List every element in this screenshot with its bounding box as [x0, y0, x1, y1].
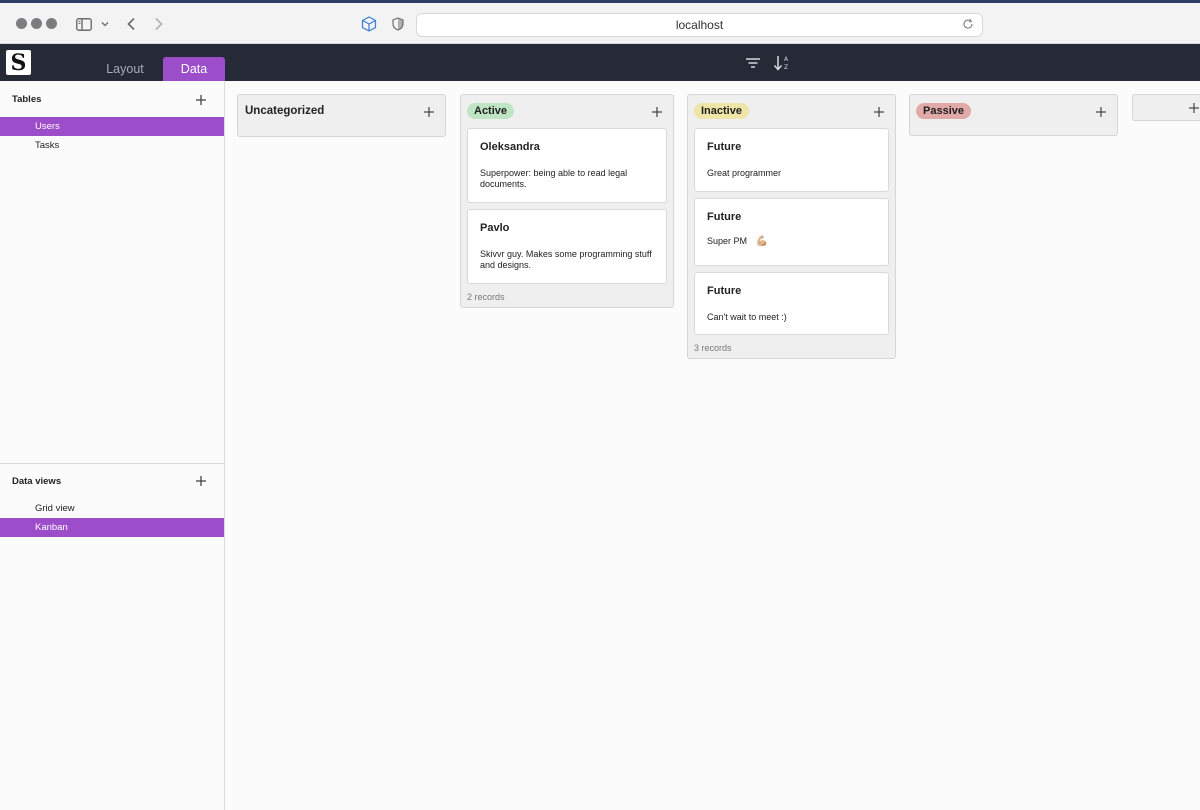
column-header: Passive — [910, 95, 1117, 128]
card-description: Superpower: being able to read legal doc… — [480, 168, 628, 189]
app-header: S Layout Data AZ — [0, 44, 1200, 81]
sidebar-item-tasks[interactable]: Tasks — [0, 136, 224, 155]
app-logo: S — [6, 50, 31, 76]
back-arrow-icon[interactable] — [124, 15, 138, 33]
close-window-button[interactable] — [16, 18, 27, 29]
sidebar-toggle-icon[interactable] — [76, 15, 92, 33]
kanban-card[interactable]: Future Great programmer — [694, 128, 889, 192]
add-card-plus-icon[interactable] — [1095, 105, 1107, 117]
card-title: Oleksandra — [480, 141, 540, 153]
svg-text:Z: Z — [784, 64, 788, 71]
add-card-plus-icon[interactable] — [423, 105, 435, 117]
kanban-column-add[interactable] — [1132, 94, 1200, 121]
minimize-window-button[interactable] — [31, 18, 42, 29]
card-title: Future — [707, 211, 742, 223]
card-description-text: Super PM — [707, 236, 748, 246]
column-header: Uncategorized — [238, 95, 445, 136]
column-title: Uncategorized — [245, 105, 325, 117]
tab-data[interactable]: Data — [163, 57, 225, 81]
add-card-plus-icon[interactable] — [873, 105, 885, 117]
cube-extension-icon[interactable] — [360, 15, 378, 33]
kanban-column-active: Active Oleksandra Superpower: being able… — [460, 94, 674, 308]
privacy-shield-icon[interactable] — [390, 15, 406, 33]
sidebar: Tables Users Tasks Data views Grid view … — [0, 81, 225, 810]
add-table-plus-icon[interactable] — [194, 93, 208, 107]
card-description: Great programmer — [707, 168, 782, 178]
add-card-plus-icon[interactable] — [651, 105, 663, 117]
sidebar-item-kanban[interactable]: Kanban — [0, 518, 224, 537]
record-count: 2 records — [467, 292, 505, 302]
add-view-plus-icon[interactable] — [194, 474, 208, 488]
kanban-card[interactable]: Future Super PM 💪🏼 — [694, 198, 889, 266]
kanban-column-passive: Passive — [909, 94, 1118, 136]
tab-layout[interactable]: Layout — [92, 57, 158, 81]
sort-az-icon[interactable]: AZ — [773, 54, 791, 72]
card-title: Pavlo — [480, 222, 510, 234]
card-description: Can't wait to meet :) — [707, 312, 787, 322]
kanban-card[interactable]: Oleksandra Superpower: being able to rea… — [467, 128, 667, 203]
status-badge: Inactive — [694, 103, 749, 119]
address-bar[interactable]: localhost — [416, 13, 983, 37]
sidebar-item-users[interactable]: Users — [0, 117, 224, 136]
card-description: Super PM 💪🏼 — [707, 236, 876, 247]
filter-icon[interactable] — [744, 54, 762, 72]
zoom-window-button[interactable] — [46, 18, 57, 29]
status-badge: Active — [467, 103, 515, 119]
sidebar-divider — [0, 463, 224, 464]
tables-section-title: Tables — [12, 94, 42, 105]
flexed-biceps-emoji: 💪🏼 — [755, 236, 768, 247]
chevron-down-icon[interactable] — [100, 15, 110, 33]
forward-arrow-icon[interactable] — [152, 15, 166, 33]
data-views-section-title: Data views — [12, 476, 62, 487]
reload-icon[interactable] — [962, 18, 976, 32]
add-column-plus-icon[interactable] — [1188, 101, 1200, 113]
record-count: 3 records — [694, 343, 732, 353]
kanban-column-inactive: Inactive Future Great programmer Future … — [687, 94, 896, 359]
sidebar-item-grid-view[interactable]: Grid view — [0, 499, 224, 518]
card-title: Future — [707, 285, 742, 297]
status-badge: Passive — [916, 103, 971, 119]
card-title: Future — [707, 141, 742, 153]
url-text: localhost — [675, 18, 724, 32]
column-header: Active — [461, 95, 673, 128]
column-header: Inactive — [688, 95, 895, 128]
card-description: Skivvr guy. Makes some programming stuff… — [480, 249, 652, 270]
browser-toolbar: localhost — [0, 0, 1200, 44]
kanban-card[interactable]: Future Can't wait to meet :) — [694, 272, 889, 335]
kanban-column-uncategorized: Uncategorized — [237, 94, 446, 137]
svg-text:A: A — [784, 56, 789, 63]
kanban-card[interactable]: Pavlo Skivvr guy. Makes some programming… — [467, 209, 667, 284]
